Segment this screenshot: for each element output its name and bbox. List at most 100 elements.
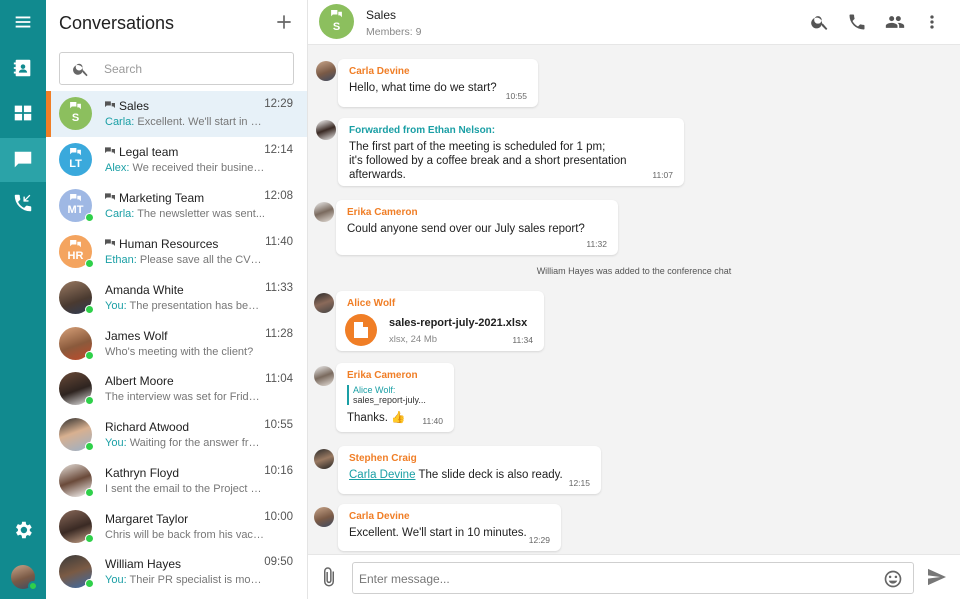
group-chat-icon	[70, 240, 81, 248]
conversation-title: Human Resources	[119, 237, 219, 251]
message-text-body: The slide deck is also ready.	[415, 469, 563, 481]
emoji-icon	[884, 570, 902, 588]
avatar	[59, 281, 94, 314]
quote-author: Alice Wolf:	[353, 385, 396, 395]
conversation-item-margaret-taylor[interactable]: Margaret Taylor 10:00 Chris will be back…	[46, 504, 307, 550]
mention-link[interactable]: Carla Devine	[349, 469, 415, 481]
conversation-time: 11:33	[265, 282, 293, 294]
online-status-dot	[85, 396, 94, 405]
preview-sender: You:	[105, 300, 127, 312]
system-message: William Hayes was added to the conferenc…	[536, 266, 732, 276]
avatar	[59, 510, 94, 543]
chat-button[interactable]	[0, 138, 46, 182]
conversation-time: 10:16	[264, 465, 293, 477]
message-bubble[interactable]: Erika Cameron Alice Wolf: sales_report-j…	[336, 363, 454, 432]
sender-avatar	[314, 507, 334, 527]
emoji-button[interactable]	[883, 569, 903, 589]
avatar	[59, 372, 94, 405]
more-vert-icon	[930, 15, 934, 29]
preview-text: The newsletter was sent...	[137, 208, 265, 220]
message-text: Carla Devine The slide deck is also read…	[349, 468, 590, 482]
conversation-item-human-resources[interactable]: HR Human Resources 11:40 Ethan: Please s…	[46, 229, 307, 275]
file-message-bubble[interactable]: Alice Wolf sales-report-july-2021.xlsx x…	[336, 291, 544, 351]
members-button[interactable]	[885, 12, 905, 32]
message-author: Forwarded from Ethan Nelson:	[349, 125, 496, 136]
user-avatar[interactable]	[11, 565, 38, 591]
phone-icon	[849, 14, 865, 30]
online-status-dot	[85, 488, 94, 497]
conversation-item-amanda-white[interactable]: Amanda White 11:33 You: The presentation…	[46, 275, 307, 321]
conversation-preview: The interview was set for Friday...	[105, 391, 265, 403]
group-chat-icon	[105, 239, 115, 246]
message-bubble[interactable]: Stephen Craig Carla Devine The slide dec…	[338, 446, 601, 494]
conversation-name: Kathryn Floyd	[105, 466, 180, 480]
conversation-time: 11:04	[265, 373, 293, 385]
message-input[interactable]	[359, 569, 869, 589]
preview-sender: You:	[105, 437, 127, 449]
menu-button[interactable]	[0, 0, 46, 44]
dashboard-button[interactable]	[0, 91, 46, 135]
contacts-button[interactable]	[0, 46, 46, 90]
calls-icon	[14, 194, 32, 212]
members-icon	[885, 16, 905, 28]
conversation-item-william-hayes[interactable]: William Hayes 09:50 You: Their PR specia…	[46, 549, 307, 595]
preview-sender: You:	[105, 574, 127, 586]
preview-text: The interview was set for Friday...	[105, 391, 265, 403]
message-area[interactable]: Carla Devine Hello, what time do we star…	[308, 45, 960, 554]
conversation-name: William Hayes	[105, 557, 182, 571]
new-conversation-button[interactable]	[274, 12, 294, 32]
sender-avatar	[316, 120, 336, 140]
quoted-message[interactable]: Alice Wolf: sales_report-july...	[347, 385, 443, 405]
conversation-item-sales[interactable]: S Sales 12:29 Carla: Excellent. We'll st…	[46, 91, 307, 137]
more-options-button[interactable]	[922, 12, 942, 32]
conversation-time: 11:28	[265, 328, 293, 340]
conversation-preview: Chris will be back from his vaca...	[105, 529, 265, 541]
preview-text: I sent the email to the Project Ma...	[105, 483, 265, 495]
conversation-preview: Carla: The newsletter was sent...	[105, 208, 265, 220]
file-icon-badge[interactable]	[345, 314, 377, 346]
search-input[interactable]	[104, 59, 284, 79]
message-bubble[interactable]: Erika Cameron Could anyone send over our…	[336, 200, 618, 255]
conversation-title: Sales	[119, 99, 150, 113]
conversation-time: 09:50	[264, 556, 293, 568]
conversation-item-james-wolf[interactable]: James Wolf 11:28 Who's meeting with the …	[46, 321, 307, 367]
chat-avatar[interactable]: S	[319, 4, 354, 39]
message-bubble[interactable]: Carla Devine Excellent. We'll start in 1…	[338, 504, 561, 551]
message-author: Carla Devine	[349, 66, 410, 77]
conversation-time: 10:00	[264, 511, 293, 523]
preview-text: Waiting for the answer from...	[129, 437, 265, 449]
online-status-dot	[85, 213, 94, 222]
search-box	[59, 52, 294, 85]
conversation-item-kathryn-floyd[interactable]: Kathryn Floyd 10:16 I sent the email to …	[46, 458, 307, 504]
calls-button[interactable]	[0, 181, 46, 225]
message-input-box	[352, 562, 914, 594]
message-bubble[interactable]: Carla Devine Hello, what time do we star…	[338, 59, 538, 107]
conversation-item-marketing-team[interactable]: MT Marketing Team 12:08 Carla: The newsl…	[46, 183, 307, 229]
message-time: 11:40	[422, 416, 443, 426]
dashboard-icon	[14, 105, 32, 121]
avatar: HR	[59, 235, 94, 268]
message-time: 12:15	[568, 478, 590, 488]
message-bubble[interactable]: Forwarded from Ethan Nelson: The first p…	[338, 118, 684, 186]
conversation-item-richard-atwood[interactable]: Richard Atwood 10:55 You: Waiting for th…	[46, 412, 307, 458]
search-button[interactable]	[810, 12, 830, 32]
send-button[interactable]	[927, 568, 947, 586]
conversation-preview: Alex: We received their business...	[105, 162, 265, 174]
call-button[interactable]	[847, 12, 867, 32]
conversation-name: Margaret Taylor	[105, 512, 189, 526]
attach-button[interactable]	[320, 567, 338, 587]
conversations-title: Conversations	[59, 13, 175, 33]
menu-icon	[15, 16, 31, 28]
file-name[interactable]: sales-report-july-2021.xlsx	[389, 317, 527, 329]
conversation-preview: You: Waiting for the answer from...	[105, 437, 265, 449]
conversation-item-albert-moore[interactable]: Albert Moore 11:04 The interview was set…	[46, 366, 307, 412]
attach-icon	[324, 567, 334, 587]
conversation-time: 10:55	[264, 419, 293, 431]
conversation-preview: You: Their PR specialist is most...	[105, 574, 265, 586]
online-status-dot	[85, 351, 94, 360]
preview-text: Their PR specialist is most...	[129, 574, 265, 586]
avatar-initials: S	[71, 112, 80, 124]
settings-button[interactable]	[0, 508, 46, 552]
sender-avatar	[314, 449, 334, 469]
conversation-item-legal-team[interactable]: LT Legal team 12:14 Alex: We received th…	[46, 137, 307, 183]
